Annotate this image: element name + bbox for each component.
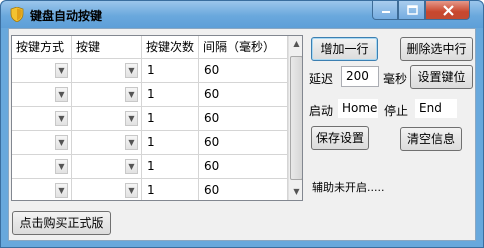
status-text: 辅助未开启..... — [312, 181, 385, 194]
maximize-icon — [407, 5, 418, 15]
interval-cell[interactable]: 60 — [199, 107, 288, 131]
key-select[interactable]: ▼ — [72, 179, 142, 200]
dropdown-arrow-icon[interactable]: ▼ — [55, 63, 68, 78]
maximize-button[interactable] — [398, 1, 425, 20]
mode-select[interactable]: ▼ — [12, 155, 72, 179]
save-settings-button[interactable]: 保存设置 — [311, 126, 369, 150]
mode-select[interactable]: ▼ — [12, 59, 72, 83]
add-row-button[interactable]: 增加一行 — [311, 37, 378, 61]
dropdown-arrow-icon[interactable]: ▼ — [125, 135, 138, 150]
start-hotkey-field[interactable]: Home — [337, 98, 379, 119]
interval-cell[interactable]: 60 — [199, 155, 288, 179]
client-area: 按键方式 按键 按键次数 间隔（毫秒） ▼ ▼ 1 60 ▼ ▼ 1 60 ▼ … — [8, 28, 476, 241]
buy-full-version-button[interactable]: 点击购买正式版 — [12, 211, 111, 235]
table-row[interactable]: ▼ ▼ 1 60 — [12, 107, 288, 131]
scroll-up-icon[interactable]: ▲ — [289, 36, 302, 52]
dropdown-arrow-icon[interactable]: ▼ — [125, 183, 138, 198]
dropdown-arrow-icon[interactable]: ▼ — [125, 87, 138, 102]
set-key-button[interactable]: 设置键位 — [410, 65, 473, 89]
delete-selected-button[interactable]: 删除选中行 — [400, 37, 473, 61]
vertical-scrollbar[interactable]: ▲ ▼ — [288, 36, 302, 200]
dropdown-arrow-icon[interactable]: ▼ — [55, 159, 68, 174]
dropdown-arrow-icon[interactable]: ▼ — [125, 111, 138, 126]
dropdown-arrow-icon[interactable]: ▼ — [55, 135, 68, 150]
key-select[interactable]: ▼ — [72, 107, 142, 131]
count-cell[interactable]: 1 — [142, 131, 199, 155]
window-title: 键盘自动按键 — [30, 9, 103, 23]
dropdown-arrow-icon[interactable]: ▼ — [55, 87, 68, 102]
table-row[interactable]: ▼ ▼ 1 60 — [12, 179, 288, 200]
interval-cell[interactable]: 60 — [199, 131, 288, 155]
key-select[interactable]: ▼ — [72, 59, 142, 83]
key-select[interactable]: ▼ — [72, 131, 142, 155]
key-select[interactable]: ▼ — [72, 83, 142, 107]
shield-icon — [10, 7, 24, 22]
column-header-key[interactable]: 按键 — [72, 36, 142, 59]
delay-label: 延迟 — [309, 72, 334, 86]
table-row[interactable]: ▼ ▼ 1 60 — [12, 131, 288, 155]
clear-info-button[interactable]: 清空信息 — [400, 127, 462, 151]
table-row[interactable]: ▼ ▼ 1 60 — [12, 155, 288, 179]
dropdown-arrow-icon[interactable]: ▼ — [55, 111, 68, 126]
count-cell[interactable]: 1 — [142, 155, 199, 179]
key-grid[interactable]: 按键方式 按键 按键次数 间隔（毫秒） ▼ ▼ 1 60 ▼ ▼ 1 60 ▼ … — [11, 35, 303, 201]
stop-hotkey-field[interactable]: End — [414, 98, 458, 119]
delay-unit-label: 毫秒 — [383, 72, 408, 86]
table-row[interactable]: ▼ ▼ 1 60 — [12, 83, 288, 107]
grid-header: 按键方式 按键 按键次数 间隔（毫秒） — [12, 36, 288, 59]
close-icon — [443, 5, 454, 16]
count-cell[interactable]: 1 — [142, 179, 199, 200]
column-header-mode[interactable]: 按键方式 — [12, 36, 72, 59]
table-row[interactable]: ▼ ▼ 1 60 — [12, 59, 288, 83]
dropdown-arrow-icon[interactable]: ▼ — [55, 183, 68, 198]
dropdown-arrow-icon[interactable]: ▼ — [125, 63, 138, 78]
start-hotkey-label: 启动 — [309, 104, 334, 118]
mode-select[interactable]: ▼ — [12, 131, 72, 155]
dropdown-arrow-icon[interactable]: ▼ — [125, 159, 138, 174]
column-header-count[interactable]: 按键次数 — [142, 36, 199, 59]
stop-hotkey-label: 停止 — [384, 104, 409, 118]
interval-cell[interactable]: 60 — [199, 83, 288, 107]
title-bar[interactable]: 键盘自动按键 — [1, 1, 483, 28]
count-cell[interactable]: 1 — [142, 107, 199, 131]
delay-input[interactable]: 200 — [341, 66, 379, 87]
key-select[interactable]: ▼ — [72, 155, 142, 179]
interval-cell[interactable]: 60 — [199, 179, 288, 200]
count-cell[interactable]: 1 — [142, 59, 199, 83]
mode-select[interactable]: ▼ — [12, 179, 72, 200]
mode-select[interactable]: ▼ — [12, 83, 72, 107]
column-header-interval[interactable]: 间隔（毫秒） — [199, 36, 288, 59]
app-window: 键盘自动按键 按键方式 按键 按键次数 间隔（毫秒） ▼ ▼ 1 60 ▼ ▼ … — [0, 0, 484, 248]
mode-select[interactable]: ▼ — [12, 107, 72, 131]
interval-cell[interactable]: 60 — [199, 59, 288, 83]
count-cell[interactable]: 1 — [142, 83, 199, 107]
minimize-icon — [382, 11, 390, 13]
minimize-button[interactable] — [372, 1, 398, 20]
scroll-down-icon[interactable]: ▼ — [289, 184, 302, 200]
close-button[interactable] — [425, 1, 470, 20]
scrollbar-thumb[interactable] — [290, 56, 302, 180]
